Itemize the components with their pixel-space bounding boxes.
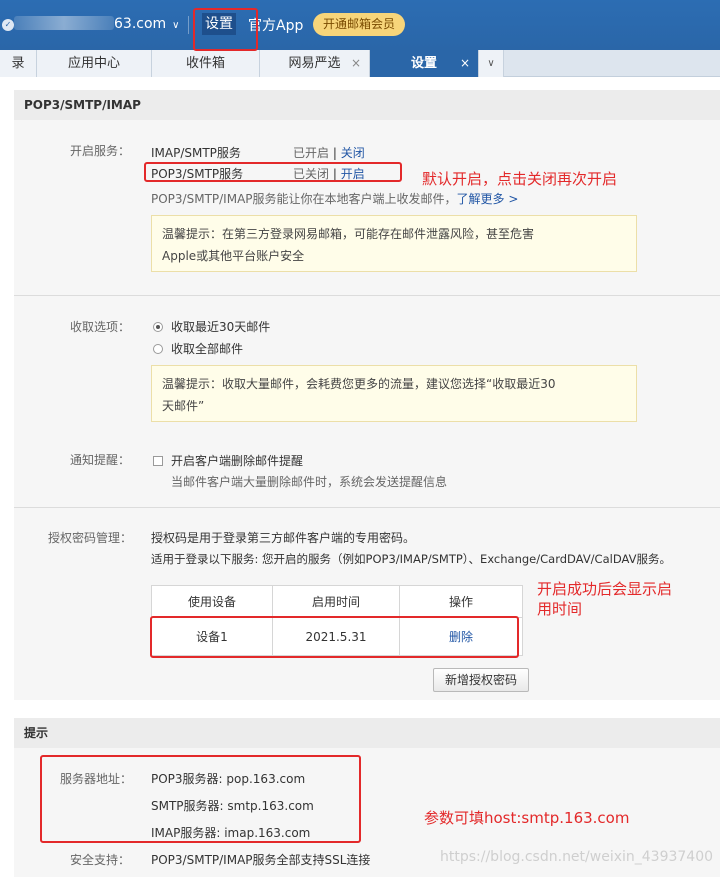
- tab-yanxuan[interactable]: 网易严选 ×: [260, 50, 370, 77]
- tab-settings[interactable]: 设置 ×: [370, 50, 479, 77]
- auth-description-2: 适用于登录以下服务: 您开启的服务（例如POP3/IMAP/SMTP）、Exch…: [151, 552, 671, 566]
- account-domain: 63.com: [114, 16, 167, 32]
- checkbox-icon[interactable]: [153, 456, 163, 466]
- top-bar: ✓ 63.com ∨ 设置 官方App 开通邮箱会员: [0, 0, 720, 50]
- tab-inbox[interactable]: 收件箱: [152, 50, 260, 77]
- security-tip: 温馨提示：在第三方登录网易邮箱，可能存在邮件泄露风险，甚至危害 Apple或其他…: [151, 215, 637, 272]
- section-title-pop: POP3/SMTP/IMAP: [14, 90, 720, 120]
- status-text: 已开启: [293, 146, 330, 160]
- annotation-box-pop3: [144, 162, 402, 182]
- notify-label: 通知提醒：: [70, 453, 131, 467]
- tab-label: 收件箱: [185, 56, 225, 71]
- account-menu[interactable]: 63.com ∨: [14, 16, 180, 32]
- tab-label: 网易严选: [288, 56, 341, 71]
- divider: [188, 16, 189, 34]
- annotation-box-device-row: [150, 616, 519, 658]
- traffic-tip: 温馨提示：收取大量邮件，会耗费您更多的流量，建议您选择“收取最近30 天邮件”: [151, 365, 637, 422]
- tip-line: 温馨提示：在第三方登录网易邮箱，可能存在邮件泄露风险，甚至危害: [162, 227, 535, 241]
- tab-app-center[interactable]: 应用中心: [37, 50, 152, 77]
- table-header-row: 使用设备 启用时间 操作: [151, 585, 523, 618]
- delete-reminder-option[interactable]: 开启客户端删除邮件提醒: [153, 452, 303, 469]
- ssl-support-text: POP3/SMTP/IMAP服务全部支持SSL连接: [151, 853, 371, 867]
- tab-label: 设置: [410, 56, 437, 71]
- annotation-note-default-open: 默认开启，点击关闭再次开启: [422, 170, 618, 188]
- description-text: POP3/SMTP/IMAP服务能让你在本地客户端上收发邮件，: [151, 192, 457, 206]
- fetch-recent-30-option[interactable]: 收取最近30天邮件: [153, 318, 270, 335]
- mail-logo-icon: ✓: [2, 19, 14, 31]
- close-imap-link[interactable]: 关闭: [341, 146, 365, 160]
- option-label: 开启客户端删除邮件提醒: [171, 454, 304, 468]
- tip-line: Apple或其他平台账户安全: [162, 249, 305, 263]
- annotation-box-settings: [193, 8, 258, 51]
- annotation-note-host: 参数可填host:smtp.163.com: [424, 809, 630, 827]
- delete-reminder-hint: 当邮件客户端大量删除邮件时，系统会发送提醒信息: [171, 475, 448, 489]
- radio-unchecked-icon[interactable]: [153, 344, 163, 354]
- watermark: https://blog.csdn.net/weixin_43937400: [440, 849, 714, 865]
- auth-description-1: 授权码是用于登录第三方邮件客户端的专用密码。: [151, 531, 416, 545]
- close-icon[interactable]: ×: [460, 50, 470, 77]
- note-line: 用时间: [537, 600, 583, 618]
- chevron-down-icon: ∨: [172, 20, 180, 31]
- option-label: 收取全部邮件: [171, 342, 244, 356]
- imap-service-name: IMAP/SMTP服务: [151, 146, 241, 160]
- tab-bar: 录 应用中心 收件箱 网易严选 × 设置 × ∨: [0, 50, 720, 77]
- service-description: POP3/SMTP/IMAP服务能让你在本地客户端上收发邮件，了解更多 >: [151, 190, 518, 207]
- account-name-blurred: [14, 16, 114, 30]
- new-auth-password-button[interactable]: 新增授权密码: [433, 668, 529, 692]
- tip-line: 温馨提示：收取大量邮件，会耗费您更多的流量，建议您选择“收取最近30: [162, 377, 556, 391]
- annotation-note-enable-time: 开启成功后会显示启 用时间: [537, 579, 672, 619]
- column-header-action: 操作: [399, 585, 523, 618]
- tip-line: 天邮件”: [162, 399, 205, 413]
- column-header-time: 启用时间: [272, 585, 400, 618]
- learn-more-link[interactable]: 了解更多 >: [457, 192, 519, 206]
- vip-membership-button[interactable]: 开通邮箱会员: [313, 13, 406, 36]
- open-service-label: 开启服务：: [70, 144, 131, 158]
- section-title-tips: 提示: [14, 718, 720, 748]
- fetch-options-label: 收取选项：: [70, 320, 131, 334]
- tab-list-chevron-icon[interactable]: ∨: [479, 50, 504, 77]
- note-line: 开启成功后会显示启: [537, 580, 673, 598]
- auth-password-label: 授权密码管理：: [48, 531, 133, 545]
- imap-service-status: 已开启 | 关闭: [293, 146, 365, 160]
- divider: [14, 295, 720, 296]
- radio-checked-icon[interactable]: [153, 322, 163, 332]
- tab-label: 应用中心: [67, 56, 120, 71]
- tab-label: 录: [11, 56, 25, 71]
- option-label: 收取最近30天邮件: [171, 320, 271, 334]
- ssl-label: 安全支持：: [70, 853, 131, 867]
- close-icon[interactable]: ×: [351, 50, 361, 77]
- fetch-all-option[interactable]: 收取全部邮件: [153, 340, 243, 357]
- column-header-device: 使用设备: [151, 585, 273, 618]
- annotation-box-servers: [40, 755, 361, 843]
- tab-partial[interactable]: 录: [0, 50, 37, 77]
- divider: [14, 507, 720, 508]
